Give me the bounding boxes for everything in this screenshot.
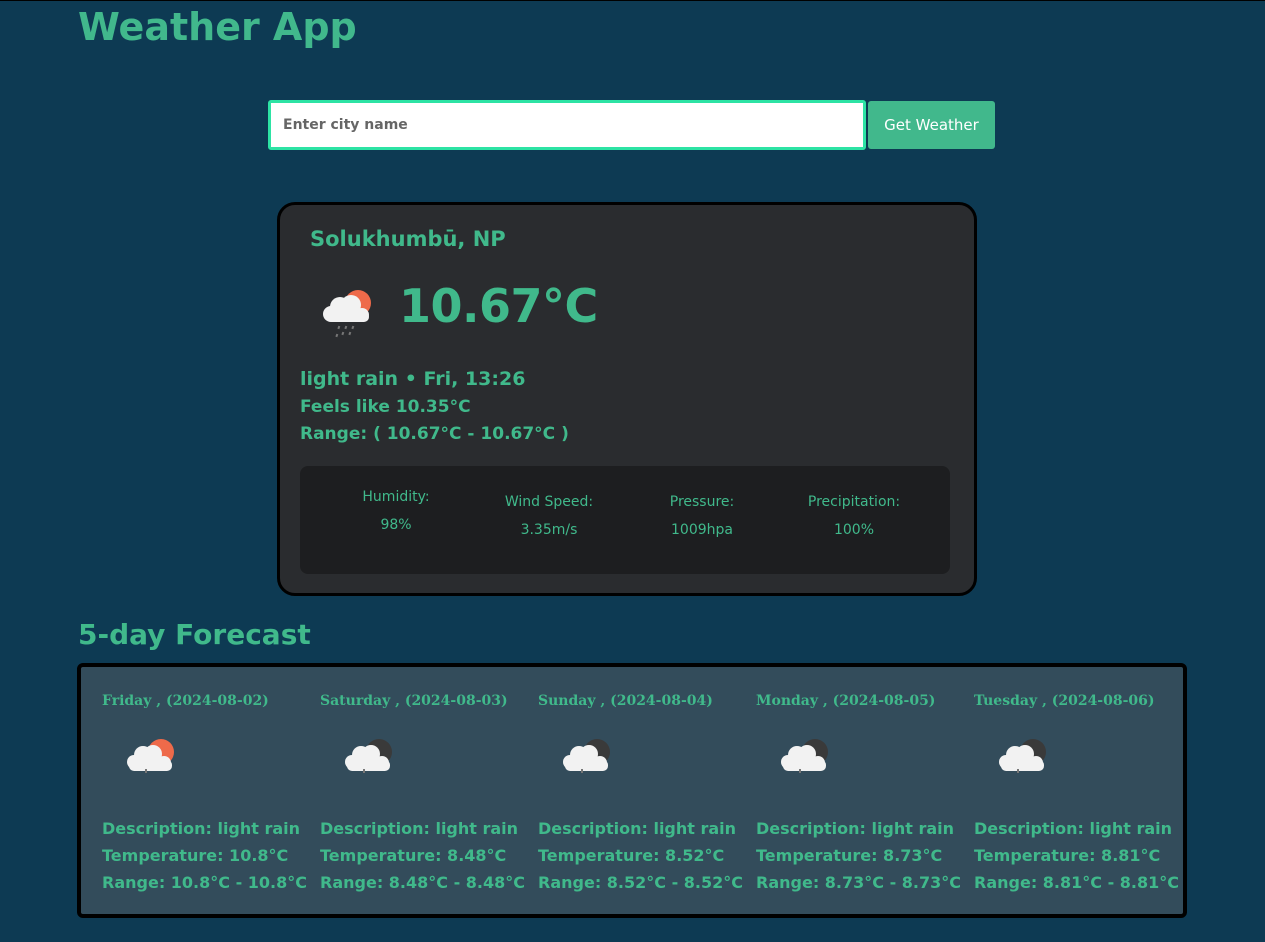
forecast-temperature: Temperature: 10.8°C [102,846,289,865]
cloud-moon-icon [781,739,828,773]
forecast-title: 5-day Forecast [78,618,311,651]
forecast-range: Range: 10.8°C - 10.8°C [102,873,307,892]
cloud-moon-icon [563,739,610,773]
pressure-value: 1009hpa [671,522,733,538]
wind-speed-value: 3.35m/s [520,522,578,538]
forecast-date: Friday , (2024-08-02) [102,693,269,709]
pressure-label: Pressure: [669,494,735,510]
forecast-panel: Friday , (2024-08-02) Description: light… [77,663,1187,918]
precipitation-value: 100% [833,522,875,538]
cloud-sun-icon [127,739,174,773]
forecast-temperature: Temperature: 8.73°C [756,846,943,865]
precipitation-label: Precipitation: [807,494,901,510]
forecast-range: Range: 8.81°C - 8.81°C [974,873,1179,892]
precipitation-stat: Precipitation: 100% [784,494,924,538]
humidity-value: 98% [380,517,412,533]
forecast-date: Saturday , (2024-08-03) [320,693,508,709]
forecast-date: Sunday , (2024-08-04) [538,693,713,709]
forecast-day: Tuesday , (2024-08-06) Description: ligh… [953,667,1179,912]
feels-like: Feels like 10.35°C [300,397,471,417]
forecast-description: Description: light rain [538,819,737,838]
forecast-temperature: Temperature: 8.48°C [320,846,507,865]
rain-cloud-sun-icon [323,290,371,338]
forecast-description: Description: light rain [756,819,955,838]
current-location: Solukhumbū, NP [310,227,506,251]
temperature-range: Range: ( 10.67°C - 10.67°C ) [300,424,569,444]
get-weather-button[interactable]: Get Weather [868,101,995,149]
forecast-range: Range: 8.73°C - 8.73°C [756,873,961,892]
forecast-day: Friday , (2024-08-02) Description: light… [81,667,307,912]
forecast-day: Sunday , (2024-08-04) Description: light… [517,667,743,912]
forecast-range: Range: 8.48°C - 8.48°C [320,873,525,892]
current-temperature: 10.67°C [399,279,598,333]
forecast-description: Description: light rain [320,819,519,838]
humidity-label: Humidity: [362,489,430,505]
wind-speed-stat: Wind Speed: 3.35m/s [479,494,619,538]
cloud-moon-icon [999,739,1046,773]
weather-description: light rain • Fri, 13:26 [300,368,526,390]
city-search-input[interactable] [268,100,866,150]
forecast-date: Monday , (2024-08-05) [756,693,936,709]
forecast-range: Range: 8.52°C - 8.52°C [538,873,743,892]
forecast-date: Tuesday , (2024-08-06) [974,693,1155,709]
wind-speed-label: Wind Speed: [504,494,594,510]
forecast-day: Saturday , (2024-08-03) Description: lig… [299,667,525,912]
forecast-description: Description: light rain [102,819,301,838]
weather-stats-panel: Humidity: 98% Wind Speed: 3.35m/s Pressu… [300,466,950,574]
pressure-stat: Pressure: 1009hpa [632,494,772,538]
current-weather-card: Solukhumbū, NP 10.67°C light rain • Fri,… [277,202,977,596]
forecast-temperature: Temperature: 8.52°C [538,846,725,865]
forecast-description: Description: light rain [974,819,1173,838]
app-title: Weather App [78,5,357,49]
cloud-moon-icon [345,739,392,773]
search-bar: Get Weather [268,100,995,150]
humidity-stat: Humidity: 98% [326,489,466,533]
forecast-day: Monday , (2024-08-05) Description: light… [735,667,961,912]
forecast-temperature: Temperature: 8.81°C [974,846,1161,865]
